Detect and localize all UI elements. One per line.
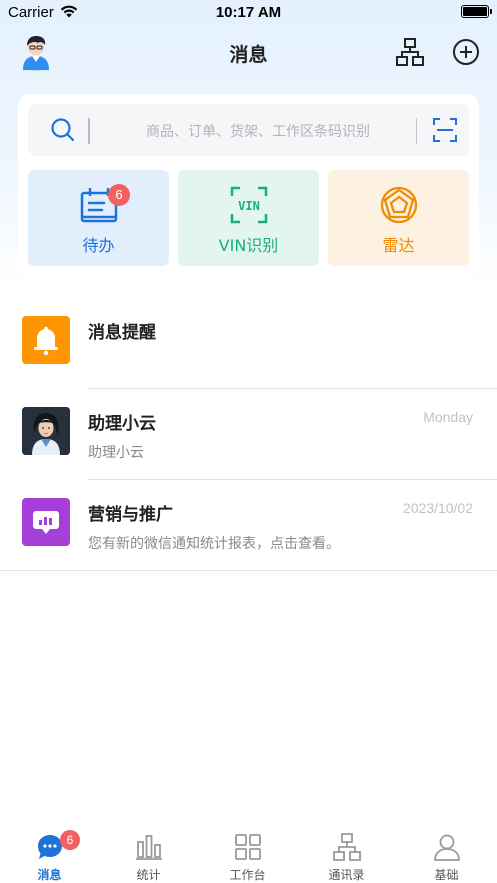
message-title: 消息提醒 xyxy=(88,323,156,343)
marketing-icon xyxy=(22,498,70,546)
search-input[interactable]: 商品、订单、货架、工作区条码识别 xyxy=(118,121,398,141)
message-preview: 助理小云 xyxy=(88,445,144,461)
shortcut-label: VIN识别 xyxy=(218,236,279,255)
person-icon xyxy=(432,832,462,862)
search-icon[interactable] xyxy=(50,117,76,143)
message-time: Monday xyxy=(423,409,473,425)
message-time: 2023/10/02 xyxy=(402,500,473,516)
divider xyxy=(416,118,417,144)
vin-scan-icon: VIN xyxy=(228,184,270,226)
grid-icon xyxy=(233,832,263,862)
message-preview: 您有新的微信通知统计报表，点击查看。 xyxy=(88,536,340,552)
org-chart-icon[interactable] xyxy=(394,36,426,68)
tab-workbench[interactable]: 工作台 xyxy=(198,823,297,883)
shortcut-vin[interactable]: VIN VIN识别 xyxy=(178,170,319,266)
tab-label: 统计 xyxy=(136,868,161,882)
message-title: 助理小云 xyxy=(88,414,156,434)
tab-label: 基础 xyxy=(434,868,459,882)
scan-icon[interactable] xyxy=(432,117,458,143)
search-cursor xyxy=(88,118,90,144)
radar-icon xyxy=(378,184,420,226)
bell-icon xyxy=(22,316,70,364)
shortcut-label: 待办 xyxy=(82,236,115,255)
bar-chart-icon xyxy=(134,832,164,862)
svg-text:VIN: VIN xyxy=(238,199,260,213)
clock: 10:17 AM xyxy=(215,4,282,21)
list-item-marketing[interactable]: 营销与推广 您有新的微信通知统计报表，点击查看。 2023/10/02 xyxy=(0,480,497,570)
quick-actions-card: 商品、订单、货架、工作区条码识别 6 待办 VIN VIN识别 雷达 xyxy=(18,94,479,276)
messages-badge: 6 xyxy=(60,830,80,850)
org-chart-icon xyxy=(332,832,362,862)
divider xyxy=(0,570,497,571)
tab-messages[interactable]: 6 消息 xyxy=(0,823,99,883)
list-item-assistant[interactable]: 助理小云 助理小云 Monday xyxy=(0,389,497,479)
status-bar: Carrier 10:17 AM xyxy=(0,0,497,26)
battery-icon xyxy=(461,5,492,18)
plus-circle-icon[interactable] xyxy=(450,36,482,68)
tab-statistics[interactable]: 统计 xyxy=(99,823,198,883)
tab-contacts[interactable]: 通讯录 xyxy=(297,823,396,883)
tab-label: 通讯录 xyxy=(328,868,365,882)
nav-bar: 消息 xyxy=(0,30,497,74)
tab-label: 消息 xyxy=(37,868,62,882)
tab-label: 工作台 xyxy=(229,868,266,882)
tab-bar: 6 消息 统计 工作台 通讯录 基础 xyxy=(0,823,497,883)
assistant-avatar xyxy=(22,407,70,455)
list-item-reminders[interactable]: 消息提醒 xyxy=(0,300,497,388)
shortcut-todo[interactable]: 6 待办 xyxy=(28,170,169,266)
search-bar[interactable]: 商品、订单、货架、工作区条码识别 xyxy=(28,104,469,156)
shortcut-radar[interactable]: 雷达 xyxy=(328,170,469,266)
tab-basic[interactable]: 基础 xyxy=(396,823,497,883)
todo-badge: 6 xyxy=(108,184,130,206)
message-title: 营销与推广 xyxy=(88,505,173,525)
shortcut-label: 雷达 xyxy=(382,236,415,255)
